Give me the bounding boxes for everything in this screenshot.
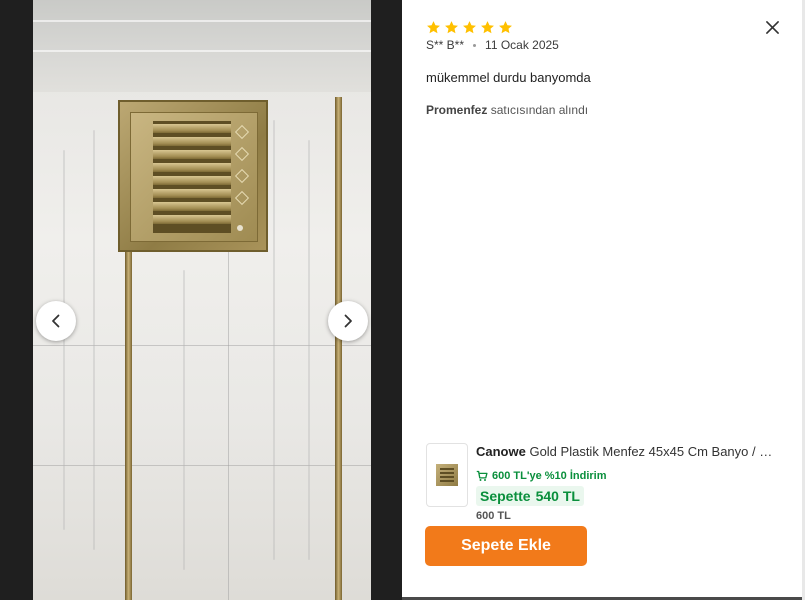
chevron-right-icon bbox=[344, 314, 352, 328]
add-to-cart-button[interactable]: Sepete Ekle bbox=[425, 526, 587, 566]
cart-icon bbox=[476, 470, 488, 481]
discount-badge: 600 TL'ye %10 İndirim bbox=[476, 470, 607, 482]
seller-info: Promenfez satıcısından alındı bbox=[426, 103, 588, 117]
vent-product-image bbox=[436, 464, 458, 486]
star-icon bbox=[481, 21, 494, 34]
rating-stars bbox=[426, 20, 513, 35]
product-name: Gold Plastik Menfez 45x45 Cm Banyo / Wc … bbox=[529, 444, 780, 459]
star-icon bbox=[463, 21, 476, 34]
review-meta: S** B** 11 Ocak 2025 bbox=[426, 38, 559, 52]
product-thumbnail[interactable] bbox=[426, 443, 468, 507]
review-details-panel: S** B** 11 Ocak 2025 mükemmel durdu bany… bbox=[402, 0, 802, 597]
star-icon bbox=[499, 21, 512, 34]
image-viewer bbox=[0, 0, 402, 600]
photo-ceiling bbox=[33, 0, 371, 92]
seller-name[interactable]: Promenfez bbox=[426, 103, 487, 117]
star-icon bbox=[445, 21, 458, 34]
next-image-button[interactable] bbox=[328, 301, 368, 341]
basket-price-value: 540 TL bbox=[535, 488, 580, 504]
chevron-left-icon bbox=[52, 314, 60, 328]
close-button[interactable] bbox=[763, 18, 781, 36]
review-text: mükemmel durdu banyomda bbox=[426, 70, 591, 85]
close-icon bbox=[765, 20, 779, 34]
product-brand: Canowe bbox=[476, 444, 526, 459]
original-price: 600 TL bbox=[476, 510, 511, 522]
review-image-modal: S** B** 11 Ocak 2025 mükemmel durdu bany… bbox=[0, 0, 805, 600]
star-icon bbox=[427, 21, 440, 34]
review-photo bbox=[33, 0, 371, 600]
vent-cover-photo bbox=[118, 100, 268, 252]
basket-price-label: Sepette bbox=[480, 488, 531, 504]
product-title[interactable]: Canowe Gold Plastik Menfez 45x45 Cm Bany… bbox=[476, 444, 780, 459]
prev-image-button[interactable] bbox=[36, 301, 76, 341]
seller-suffix: satıcısından alındı bbox=[487, 103, 589, 117]
basket-price: Sepette 540 TL bbox=[476, 486, 584, 506]
separator-dot bbox=[473, 43, 477, 47]
review-date: 11 Ocak 2025 bbox=[485, 38, 559, 52]
discount-text: 600 TL'ye %10 İndirim bbox=[492, 470, 607, 482]
review-author: S** B** bbox=[426, 38, 465, 52]
